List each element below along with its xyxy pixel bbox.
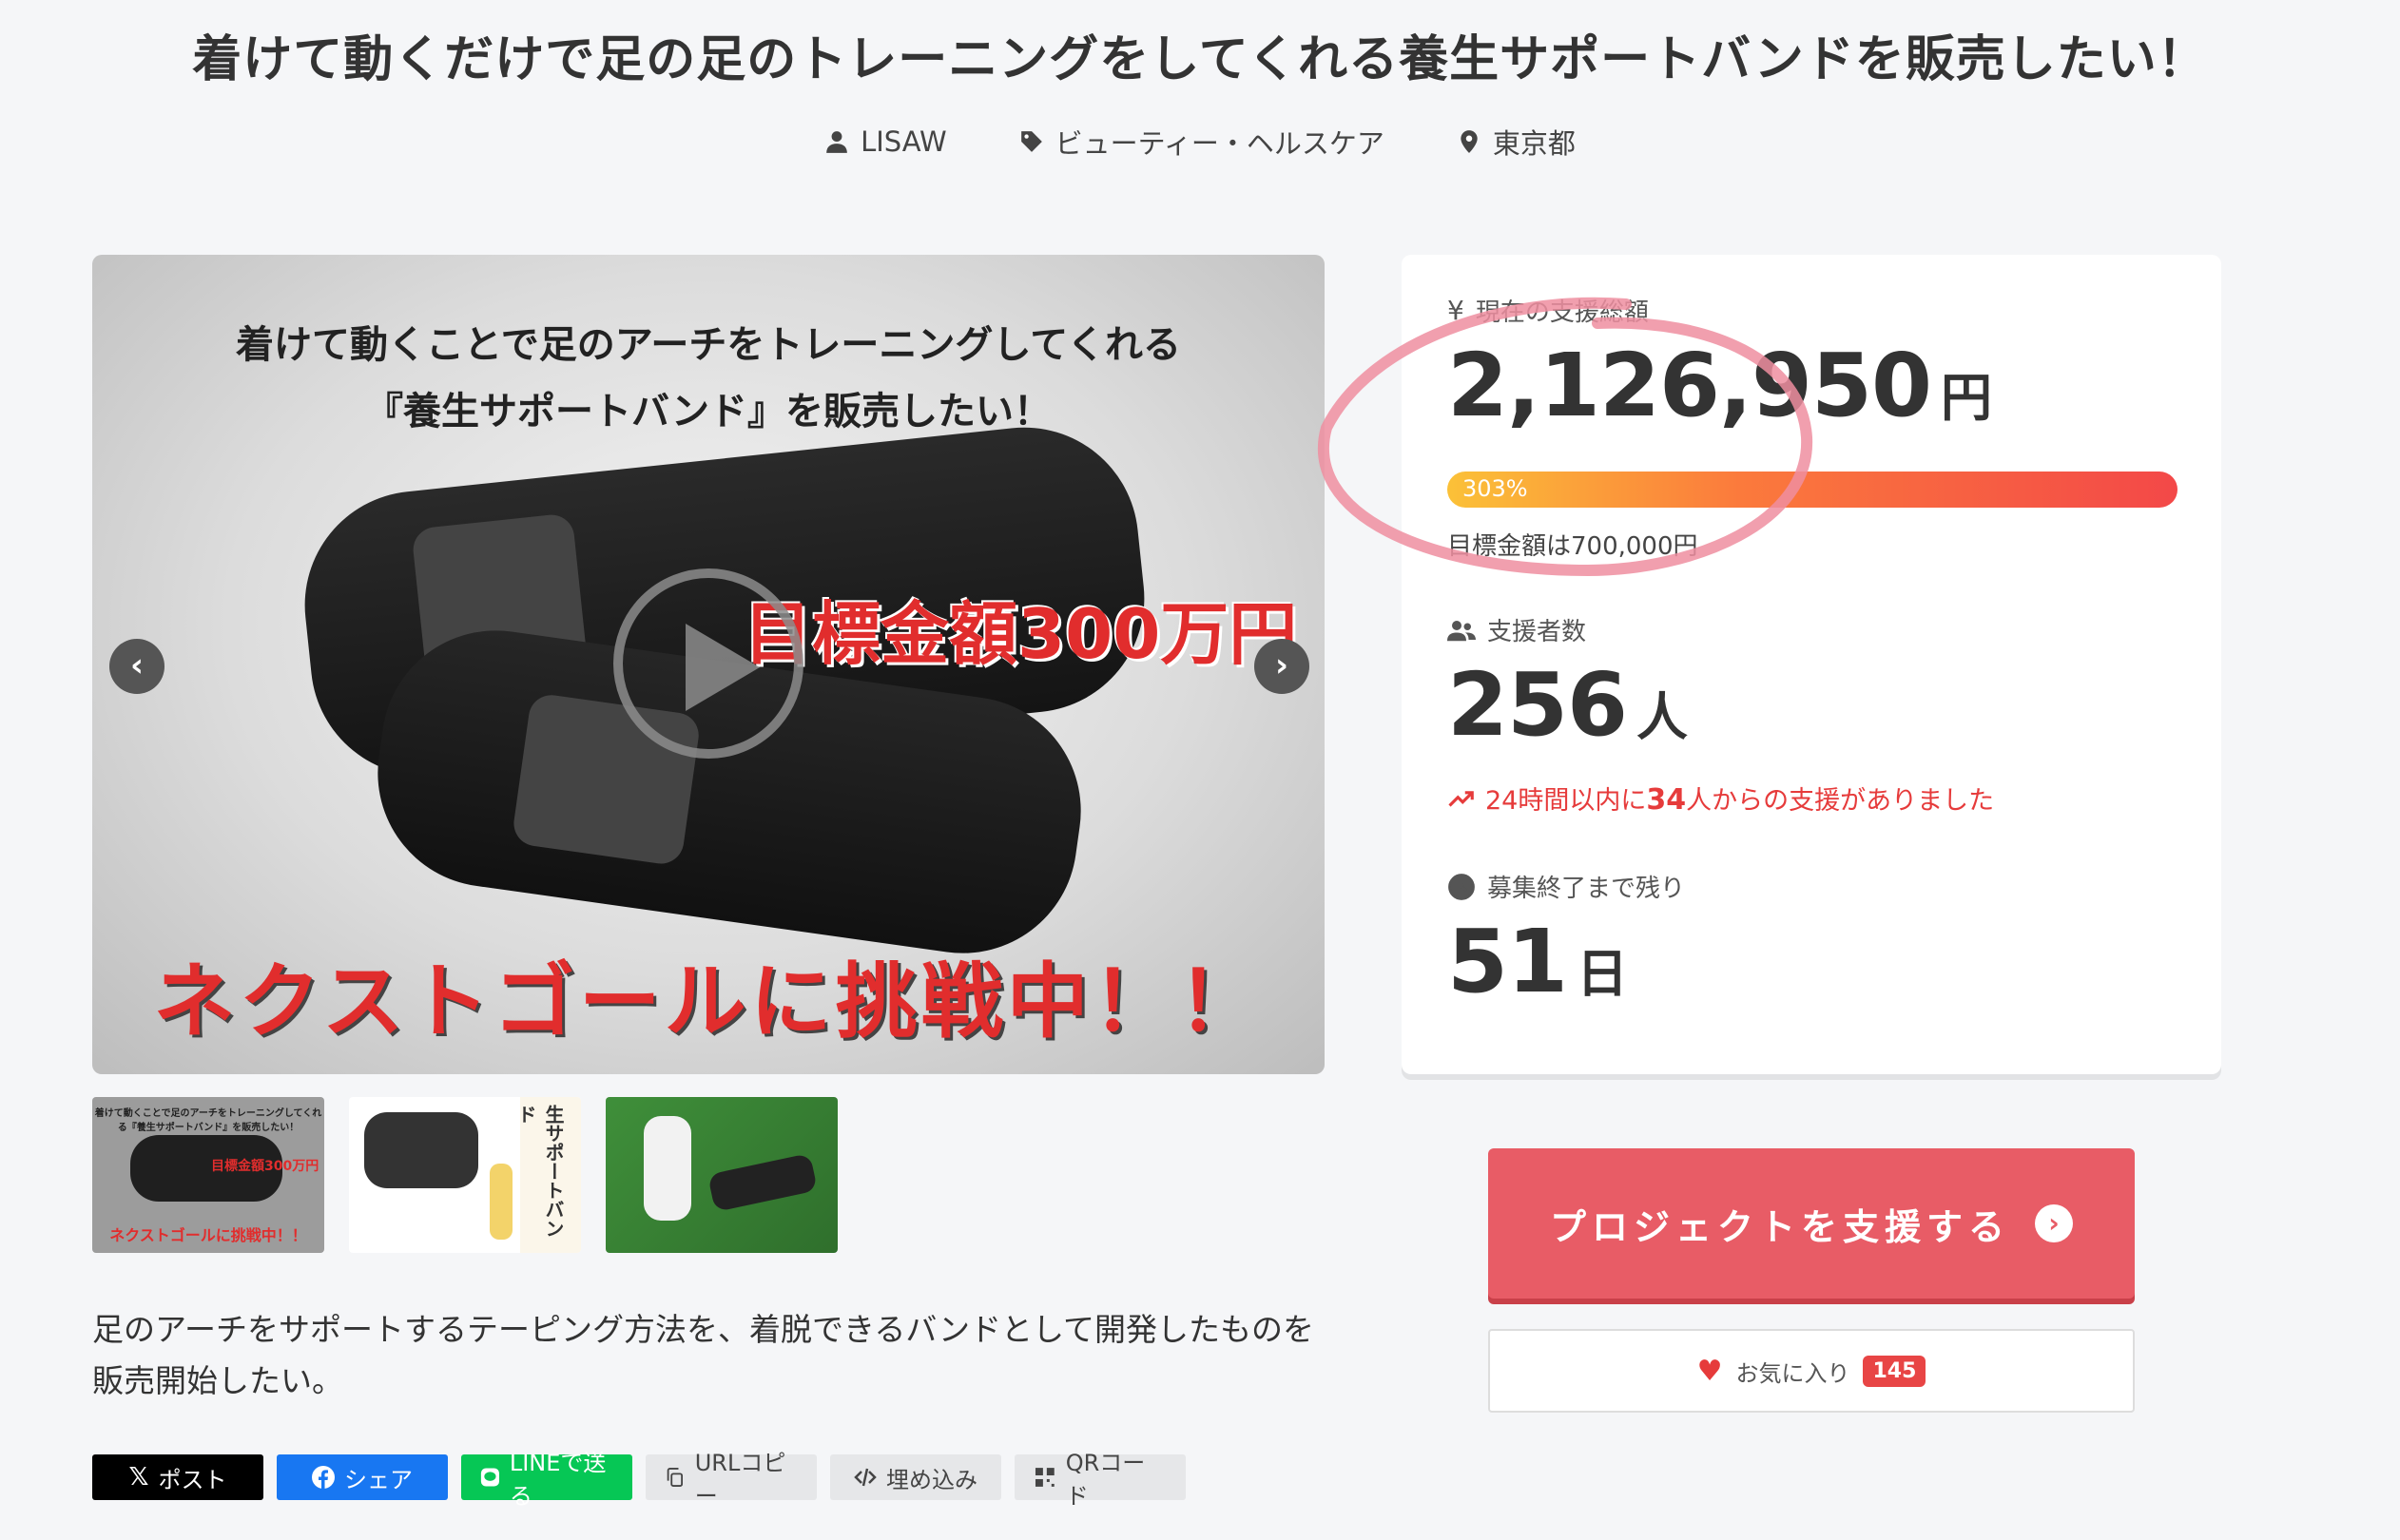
owner-name: LISAW <box>861 125 947 158</box>
thumbnail-caption: 着けて動くことで足のアーチをトレーニングしてくれる『養生サポートバンド』を販売し… <box>94 1108 322 1133</box>
category-link[interactable]: ビューティー・ヘルスケア <box>1019 122 1384 162</box>
user-icon <box>826 131 847 153</box>
hero-goal-text: 目標金額300万円 <box>744 594 1298 674</box>
share-facebook-label: シェア <box>344 1466 413 1493</box>
backers-value: 256 <box>1447 654 1628 756</box>
favorite-count-badge: 145 <box>1863 1355 1926 1387</box>
hero-video[interactable]: 着けて動くことで足のアーチをトレーニングしてくれる 『養生サポートバンド』を販売… <box>92 255 1325 1074</box>
location-name: 東京都 <box>1492 127 1576 160</box>
project-description: 足のアーチをサポートするテーピング方法を、着脱できるバンドとして開発したものを販… <box>92 1311 1315 1399</box>
prev-slide-button[interactable]: ‹ <box>109 639 165 694</box>
hero-next-goal: ネクストゴールに挑戦中！！ <box>153 954 1264 1049</box>
remaining-label-row: 募集終了まで残り <box>1447 869 1685 904</box>
total-unit: 円 <box>1941 368 1992 428</box>
favorite-button[interactable]: ♥ お気に入り 145 <box>1488 1329 2135 1413</box>
hero-caption-line2: 『養生サポートバンド』を販売したい！ <box>365 390 1052 433</box>
embed-label: 埋め込み <box>886 1466 977 1493</box>
progress-label: 303% <box>1462 475 1528 502</box>
thumbnail-1[interactable]: 着けて動くことで足のアーチをトレーニングしてくれる『養生サポートバンド』を販売し… <box>92 1097 324 1253</box>
heart-icon: ♥ <box>1696 1354 1723 1388</box>
backers-label: 支援者数 <box>1487 618 1587 646</box>
qr-code-label: QRコード <box>1065 1450 1146 1510</box>
qr-code-icon <box>1035 1468 1055 1487</box>
share-facebook-button[interactable]: シェア <box>277 1454 448 1500</box>
copy-url-label: URLコピー <box>694 1450 786 1510</box>
progress-bar: 303% <box>1447 472 2177 508</box>
trend-prefix: 24時間以内に <box>1485 786 1647 816</box>
share-x-button[interactable]: 𝕏 ポスト <box>92 1454 263 1500</box>
target-amount: 目標金額は700,000円 <box>1447 532 1698 561</box>
copy-icon <box>667 1468 684 1487</box>
hero-caption-line1: 着けて動くことで足のアーチをトレーニングしてくれる <box>236 323 1181 367</box>
remaining-days: 51 日 <box>1447 911 1628 1012</box>
copy-url-button[interactable]: URLコピー <box>646 1450 817 1510</box>
thumbnail-goal: 目標金額300万円 <box>211 1159 319 1174</box>
trend-suffix: 人からの支援がありました <box>1686 786 1995 816</box>
remaining-unit: 日 <box>1577 944 1628 1004</box>
trending-up-icon <box>1448 790 1474 807</box>
total-amount: 2,126,950 円 <box>1447 335 1992 436</box>
trend-notice: 24時間以内に34人からの支援がありました <box>1447 780 1994 817</box>
backers-count: 256 人 <box>1447 654 1688 756</box>
total-value: 2,126,950 <box>1447 335 1932 436</box>
chevron-right-icon: › <box>2035 1204 2073 1242</box>
share-line-label: LINEで送る <box>509 1450 607 1510</box>
backers-unit: 人 <box>1636 687 1688 747</box>
next-slide-button[interactable]: › <box>1254 639 1309 694</box>
thumbnail-strip: 着けて動くことで足のアーチをトレーニングしてくれる『養生サポートバンド』を販売し… <box>92 1097 838 1253</box>
total-label: 現在の支援総額 <box>1475 298 1649 327</box>
backers-label-row: 支援者数 <box>1447 612 1586 647</box>
clock-icon <box>1448 873 1475 900</box>
owner-link[interactable]: LISAW <box>824 122 947 162</box>
category-name: ビューティー・ヘルスケア <box>1055 127 1384 160</box>
play-icon[interactable] <box>613 568 803 759</box>
project-title: 着けて動くだけで足の足のトレーニングをしてくれる養生サポートバンドを販売したい！ <box>192 31 2208 88</box>
thumbnail-next: ネクストゴールに挑戦中！！ <box>109 1226 307 1244</box>
tag-icon <box>1020 131 1042 152</box>
remaining-label: 募集終了まで残り <box>1487 875 1686 903</box>
support-project-button[interactable]: プロジェクトを支援する › <box>1488 1148 2135 1299</box>
line-icon <box>480 1468 499 1487</box>
qr-code-button[interactable]: QRコード <box>1015 1450 1186 1510</box>
thumbnail-vertical-text: 生サポートバンド <box>514 1097 581 1253</box>
share-line-button[interactable]: LINEで送る <box>461 1450 632 1510</box>
embed-button[interactable]: 埋め込み <box>830 1454 1001 1500</box>
thumbnail-2[interactable]: 生サポートバンド <box>349 1097 581 1253</box>
thumbnail-3[interactable] <box>606 1097 838 1253</box>
support-project-label: プロジェクトを支援する <box>1549 1205 2010 1248</box>
share-x-label: ポスト <box>158 1466 227 1493</box>
location-link[interactable]: 東京都 <box>1457 122 1576 162</box>
trend-count: 34 <box>1646 783 1687 817</box>
remaining-value: 51 <box>1447 911 1568 1012</box>
total-label-row: ¥ 現在の支援総額 <box>1447 293 1649 328</box>
map-pin-icon <box>1461 130 1478 153</box>
facebook-icon <box>312 1466 335 1489</box>
hero-caption: 着けて動くことで足のアーチをトレーニングしてくれる 『養生サポートバンド』を販売… <box>92 312 1325 445</box>
code-icon <box>854 1468 877 1487</box>
stats-panel: ¥ 現在の支援総額 2,126,950 円 303% 目標金額は700,000円 … <box>1402 255 2221 1074</box>
x-logo-icon: 𝕏 <box>128 1463 149 1492</box>
users-icon <box>1447 620 1476 641</box>
share-bar: 𝕏 ポスト シェア LINEで送る URLコピー 埋め込み QRコード <box>92 1450 1186 1510</box>
favorite-label: お気に入り <box>1735 1359 1850 1387</box>
yen-icon: ¥ <box>1447 295 1464 326</box>
project-meta: LISAW ビューティー・ヘルスケア 東京都 <box>0 122 2400 162</box>
